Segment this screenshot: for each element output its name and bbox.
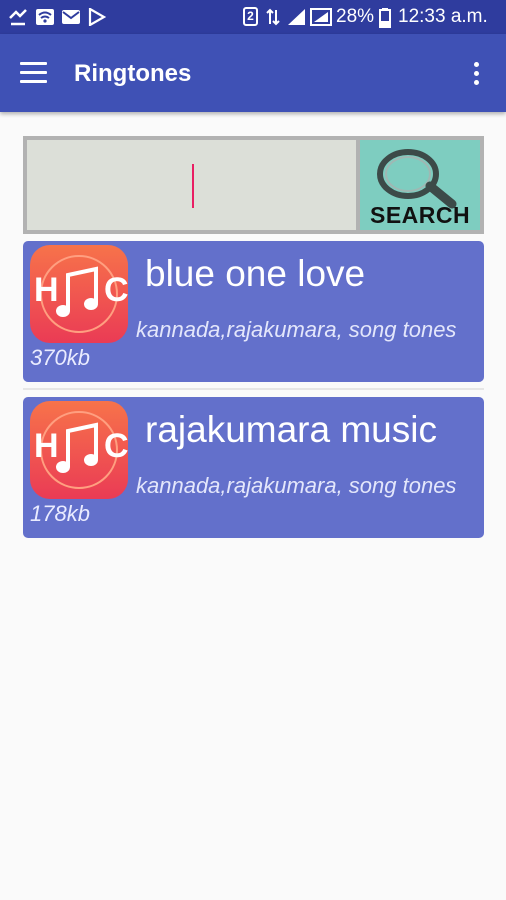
list-item[interactable]: H C 178kb rajakumara music kannada,rajak…: [23, 397, 484, 538]
wifi-box-icon: [36, 9, 54, 25]
search-field-container: [23, 136, 360, 234]
svg-text:C: C: [104, 427, 128, 465]
signal-box-icon: [310, 8, 332, 26]
search-button[interactable]: SEARCH: [360, 136, 484, 234]
mail-icon: [62, 10, 80, 24]
search-button-label: SEARCH: [370, 202, 471, 228]
app-bar: Ringtones: [0, 34, 506, 112]
play-store-icon: [88, 8, 106, 26]
svg-text:H: H: [34, 427, 59, 465]
sim-badge-icon: 2: [243, 7, 258, 26]
magnifier-icon: [377, 149, 457, 209]
hamburger-menu-icon[interactable]: [20, 62, 48, 84]
ringtone-tags: kannada,rajakumara, song tones: [136, 473, 457, 498]
svg-text:C: C: [104, 271, 128, 309]
file-size: 178kb: [30, 501, 90, 526]
more-options-icon[interactable]: [466, 60, 486, 88]
ringtone-tags: kannada,rajakumara, song tones: [136, 317, 457, 342]
signal-icon: [288, 9, 305, 25]
data-arrows-icon: [266, 8, 280, 26]
divider: [23, 388, 484, 390]
battery-percent: 28%: [336, 6, 375, 27]
clock: 12:33 a.m.: [398, 6, 488, 27]
text-cursor: [192, 164, 194, 208]
hc-music-icon: H C: [30, 401, 128, 499]
file-size: 370kb: [30, 345, 90, 370]
status-bar: 2 28% 12:33 a.m.: [0, 0, 506, 34]
ringtone-title: blue one love: [145, 253, 366, 294]
battery-icon: [379, 8, 391, 28]
ringtone-title: rajakumara music: [145, 409, 437, 450]
page-title: Ringtones: [74, 60, 192, 87]
hc-music-icon: H C: [30, 245, 128, 343]
svg-text:H: H: [34, 271, 59, 309]
sync-icon: [9, 9, 27, 26]
list-item[interactable]: H C 370kb blue one love kannada,rajakuma…: [23, 241, 484, 382]
